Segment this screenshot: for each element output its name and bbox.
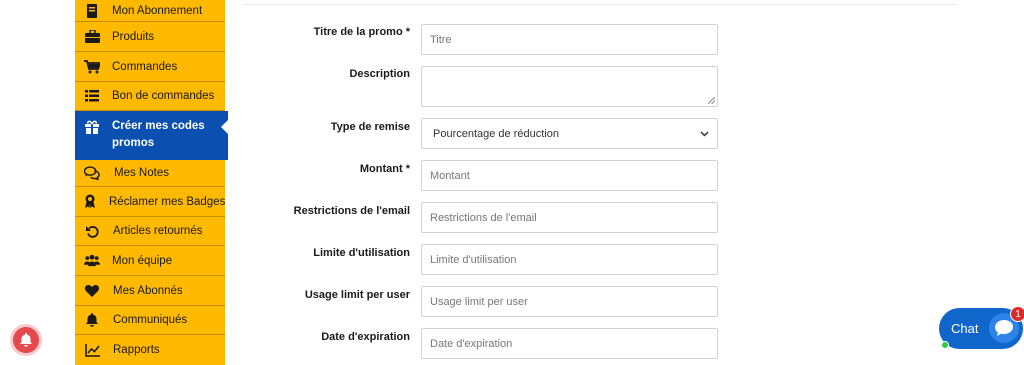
sidebar-item-label: Rapports bbox=[113, 344, 160, 356]
sidebar-item-mon-equipe[interactable]: Mon équipe bbox=[75, 246, 225, 276]
sidebar-item-articles-retournes[interactable]: Articles retournés bbox=[75, 217, 225, 246]
sidebar-item-label: Articles retournés bbox=[113, 225, 203, 237]
sidebar-item-label: Mon équipe bbox=[112, 254, 173, 267]
bell-icon bbox=[20, 333, 32, 347]
sidebar-item-label: Commandes bbox=[112, 60, 178, 73]
chat-bubbles-icon bbox=[84, 165, 100, 181]
gift-icon bbox=[84, 119, 100, 135]
sidebar-item-mon-abonnement[interactable]: Mon Abonnement bbox=[75, 0, 225, 22]
amount-label: Montant * bbox=[359, 163, 410, 175]
expiry-date-input[interactable]: Date d'expiration bbox=[421, 328, 718, 359]
sidebar-item-rapports[interactable]: Rapports bbox=[75, 335, 225, 365]
expiry-date-label: Date d'expiration bbox=[321, 331, 410, 343]
sidebar-item-mes-notes[interactable]: Mes Notes bbox=[75, 160, 225, 187]
chat-label: Chat bbox=[951, 321, 979, 336]
amount-input[interactable]: Montant bbox=[421, 160, 718, 191]
discount-type-value: Pourcentage de réduction bbox=[433, 127, 559, 140]
sidebar-item-bon-de-commandes[interactable]: Bon de commandes bbox=[75, 82, 225, 111]
expiry-date-placeholder: Date d'expiration bbox=[430, 337, 513, 350]
title-placeholder: Titre bbox=[430, 33, 452, 46]
usage-limit-per-user-label: Usage limit per user bbox=[304, 289, 410, 301]
sidebar-item-creer-codes-promos[interactable]: Créer mes codes promos bbox=[75, 111, 229, 160]
chevron-down-icon bbox=[700, 130, 709, 137]
email-restrictions-placeholder: Restrictions de l'email bbox=[430, 211, 537, 224]
sidebar-item-commandes[interactable]: Commandes bbox=[75, 52, 225, 82]
usage-limit-placeholder: Limite d'utilisation bbox=[430, 253, 517, 266]
sidebar-item-label: Communiqués bbox=[113, 314, 188, 326]
briefcase-icon bbox=[84, 29, 100, 45]
award-icon bbox=[84, 194, 96, 210]
description-label: Description bbox=[349, 68, 410, 80]
usage-limit-input[interactable]: Limite d'utilisation bbox=[421, 244, 718, 275]
discount-type-select[interactable]: Pourcentage de réduction bbox=[421, 118, 718, 149]
sidebar-item-communiques[interactable]: Communiqués bbox=[75, 306, 225, 335]
undo-icon bbox=[84, 223, 100, 239]
sidebar-item-label: Créer mes codes promos bbox=[112, 120, 205, 149]
sidebar-item-produits[interactable]: Produits bbox=[75, 22, 225, 52]
sidebar-item-label: Mes Notes bbox=[114, 167, 169, 179]
chat-widget-button[interactable]: Chat 1 bbox=[939, 306, 1024, 349]
sidebar-item-label: Bon de commandes bbox=[112, 90, 215, 102]
usage-limit-per-user-placeholder: Usage limit per user bbox=[430, 295, 528, 308]
sidebar-item-label: Réclamer mes Badges bbox=[109, 195, 226, 208]
book-icon bbox=[84, 3, 100, 19]
page: Mon Abonnement Produits Commandes Bon de… bbox=[0, 0, 1024, 365]
bell-icon bbox=[84, 312, 100, 328]
divider bbox=[244, 4, 956, 5]
chat-unread-badge: 1 bbox=[1010, 306, 1024, 322]
email-restrictions-label: Restrictions de l'email bbox=[293, 205, 410, 217]
title-input[interactable]: Titre bbox=[421, 24, 718, 55]
list-icon bbox=[84, 88, 100, 104]
discount-type-label: Type de remise bbox=[330, 121, 410, 133]
description-textarea[interactable] bbox=[421, 66, 718, 107]
notification-bell-button[interactable] bbox=[13, 327, 39, 353]
cart-icon bbox=[84, 59, 100, 75]
sidebar-item-label: Produits bbox=[112, 30, 155, 43]
usage-limit-label: Limite d'utilisation bbox=[313, 247, 410, 259]
sidebar-menu: Mon Abonnement Produits Commandes Bon de… bbox=[75, 0, 229, 365]
sidebar-item-label: Mes Abonnés bbox=[113, 284, 183, 297]
title-label: Titre de la promo * bbox=[313, 26, 410, 38]
sidebar-item-mes-abonnes[interactable]: Mes Abonnés bbox=[75, 276, 225, 306]
sidebar-item-reclamer-badges[interactable]: Réclamer mes Badges bbox=[75, 187, 225, 217]
email-restrictions-input[interactable]: Restrictions de l'email bbox=[421, 202, 718, 233]
usage-limit-per-user-input[interactable]: Usage limit per user bbox=[421, 286, 718, 317]
online-status-dot bbox=[941, 341, 949, 349]
team-icon bbox=[84, 253, 100, 269]
sidebar-item-label: Mon Abonnement bbox=[112, 4, 203, 17]
amount-placeholder: Montant bbox=[430, 169, 470, 182]
chart-line-icon bbox=[84, 342, 100, 358]
resize-handle-icon[interactable] bbox=[708, 97, 715, 104]
heart-icon bbox=[84, 283, 100, 299]
